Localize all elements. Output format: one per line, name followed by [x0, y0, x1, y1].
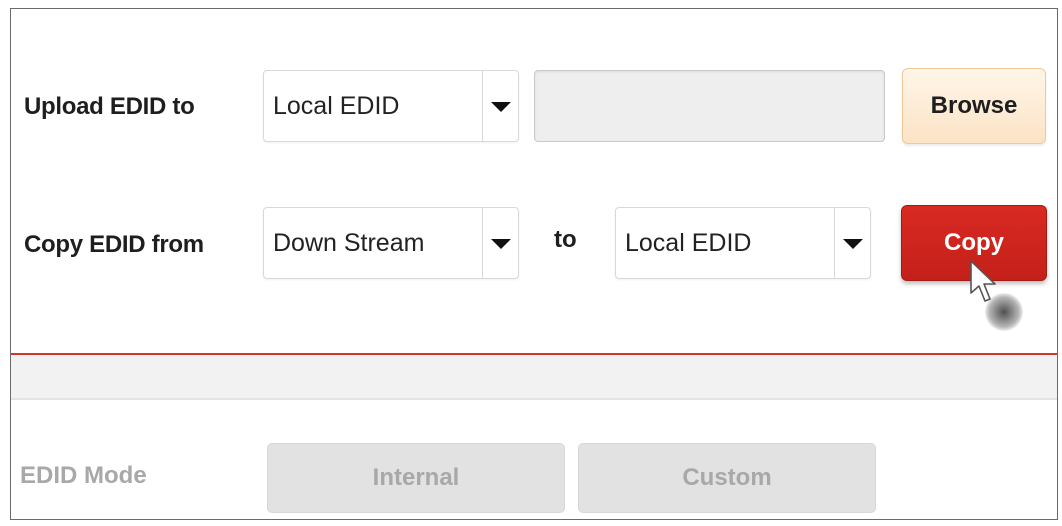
select-divider	[482, 208, 483, 278]
to-label: to	[554, 226, 577, 253]
select-divider	[482, 71, 483, 141]
upload-target-value: Local EDID	[273, 92, 400, 120]
section-band	[11, 355, 1057, 400]
select-divider	[834, 208, 835, 278]
mode-custom-button[interactable]: Custom	[578, 443, 876, 513]
upload-edid-label: Upload EDID to	[24, 93, 195, 120]
edid-panel: Upload EDID to Local EDID Browse Copy ED…	[10, 8, 1058, 520]
copy-destination-value: Local EDID	[625, 229, 752, 257]
caret-down-icon[interactable]	[491, 239, 511, 249]
upload-target-select[interactable]: Local EDID	[263, 70, 519, 142]
copy-edid-label: Copy EDID from	[24, 231, 204, 258]
caret-down-icon[interactable]	[491, 102, 511, 112]
copy-source-select[interactable]: Down Stream	[263, 207, 519, 279]
copy-destination-select[interactable]: Local EDID	[615, 207, 871, 279]
caret-down-icon[interactable]	[843, 239, 863, 249]
copy-source-value: Down Stream	[273, 229, 425, 257]
file-path-field[interactable]	[534, 70, 885, 142]
browse-button[interactable]: Browse	[902, 68, 1046, 144]
mouse-pointer-icon	[970, 260, 996, 302]
edid-mode-label: EDID Mode	[20, 462, 147, 489]
mode-internal-button[interactable]: Internal	[267, 443, 565, 513]
